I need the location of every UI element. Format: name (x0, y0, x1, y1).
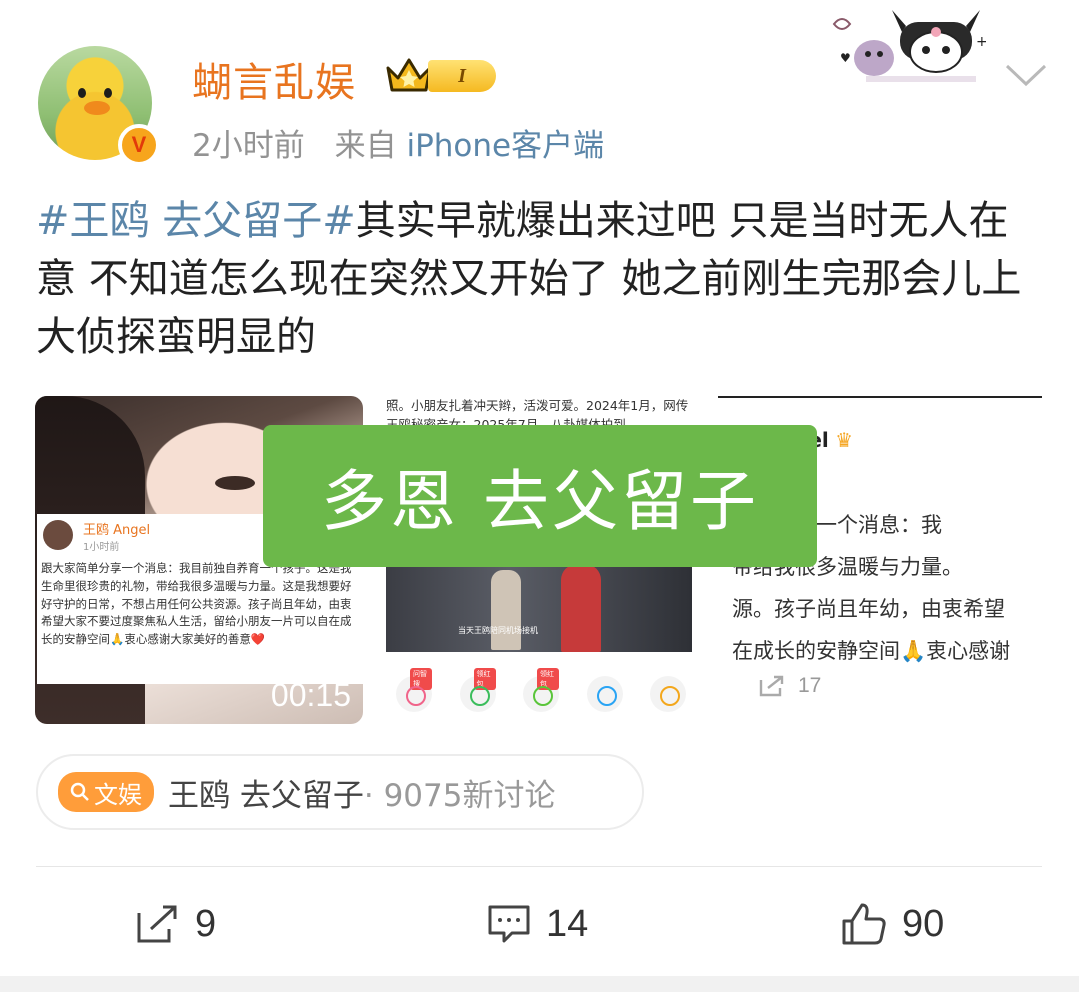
repost-count: 9 (195, 902, 217, 945)
post-content: #王鸥 去父留子#其实早就爆出来过吧 只是当时无人在意 不知道怎么现在突然又开始… (36, 192, 1026, 366)
comment-button[interactable]: 14 (486, 896, 588, 952)
thumbs-up-icon (842, 903, 886, 945)
chevron-down-icon[interactable] (1004, 62, 1048, 88)
avatar-beak (84, 101, 110, 115)
like-button[interactable]: 90 (840, 896, 944, 952)
street-photo: 当天王鸥陪同机场接机 (386, 564, 692, 652)
qq-icon (586, 676, 623, 712)
zoom-share: 17 (758, 674, 821, 698)
repost-button[interactable]: 9 (135, 896, 216, 952)
verified-icon: V (118, 124, 160, 166)
kuromi-sticker-icon: + ♥ (826, 6, 986, 86)
embedded-text: 跟大家简单分享一个消息：我目前独自养育一个孩子。这是我生命里很珍贵的礼物，带给我… (41, 561, 352, 647)
crown-icon (386, 58, 432, 92)
comment-count: 14 (546, 902, 589, 945)
person-figure (491, 570, 521, 650)
topic-name: 王鸥 去父留子 (168, 777, 364, 814)
search-icon: 问智搜 (396, 668, 432, 712)
embedded-avatar (43, 520, 73, 550)
bottom-separator (0, 976, 1079, 992)
username[interactable]: 蝴言乱娱 (192, 50, 356, 108)
topic-pill[interactable]: 文娱 王鸥 去父留子 · 9075新讨论 (36, 754, 644, 830)
topic-count: · 9075新讨论 (363, 777, 556, 814)
comment-icon (488, 905, 530, 943)
like-count: 90 (902, 902, 945, 945)
post-time: 2小时前 (192, 128, 305, 164)
post-source[interactable]: iPhone客户端 (406, 128, 604, 164)
wechat-icon: 领红包 (459, 668, 496, 712)
embedded-time: 1小时前 (83, 542, 120, 553)
divider (36, 866, 1042, 867)
topic-chip-label: 文娱 (94, 780, 142, 809)
embedded-author: 王鸥 Angel (83, 523, 151, 538)
svg-text:♥: ♥ (840, 51, 851, 65)
avatar-eye-right (104, 88, 112, 98)
search-icon (70, 782, 89, 801)
share-icon (759, 675, 784, 697)
repost-icon (137, 905, 177, 943)
moments-icon: 领红包 (523, 668, 559, 712)
zoom-share-count: 17 (798, 674, 822, 697)
eye-left (215, 476, 255, 490)
person-figure (561, 564, 601, 652)
overlay-label: 多恩 去父留子 (263, 425, 817, 567)
level-badge[interactable]: I (428, 60, 496, 92)
avatar-eye-left (78, 88, 86, 98)
post-meta: 2小时前 来自 iPhone客户端 (192, 120, 604, 165)
photo-caption: 当天王鸥陪同机场接机 (458, 626, 538, 635)
source-prefix: 来自 (334, 128, 397, 164)
svg-text:+: + (976, 34, 986, 50)
hashtag-link[interactable]: #王鸥 去父留子# (36, 198, 356, 244)
share-icons-row: 问智搜 领红包 领红包 (396, 668, 686, 716)
video-duration: 00:15 (270, 677, 351, 713)
topic-chip: 文娱 (58, 772, 154, 812)
save-icon (650, 676, 686, 712)
